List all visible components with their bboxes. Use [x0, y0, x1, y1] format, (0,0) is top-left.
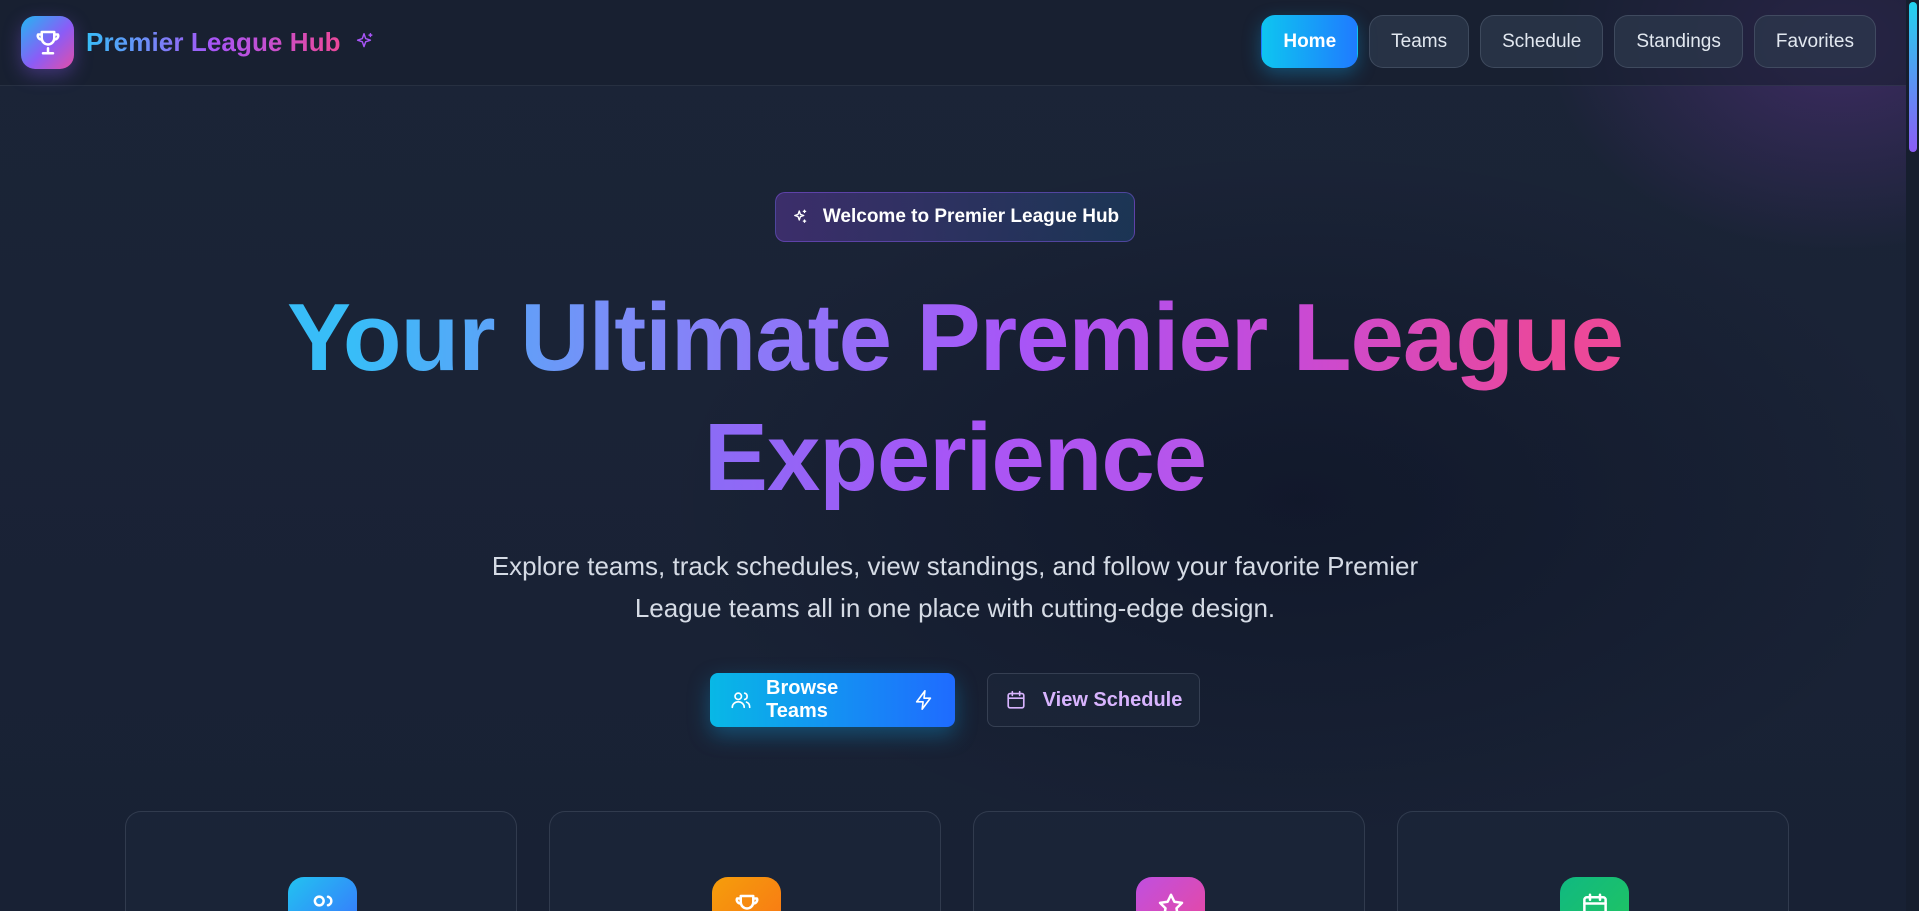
scrollbar-thumb[interactable] [1909, 2, 1917, 152]
brand-name: Premier League Hub [86, 26, 341, 57]
hero-subtitle: Explore teams, track schedules, view sta… [420, 545, 1490, 629]
hero-actions: Browse Teams View Schedule [710, 673, 1200, 727]
sparkles-icon [353, 31, 375, 53]
nav-home[interactable]: Home [1261, 15, 1359, 68]
lightning-icon [913, 689, 935, 711]
welcome-badge-label: Welcome to Premier League Hub [822, 206, 1120, 227]
hero-subtitle-line1: Explore teams, track schedules, view sta… [491, 551, 1419, 581]
trophy-icon [21, 15, 74, 69]
browse-teams-button[interactable]: Browse Teams [710, 673, 955, 727]
calendar-icon [1560, 877, 1629, 911]
nav-teams[interactable]: Teams [1369, 15, 1470, 68]
feature-card-favorites[interactable] [973, 811, 1365, 911]
feature-card-standings[interactable] [549, 811, 941, 911]
hero-title: Your Ultimate Premier League Experience [160, 278, 1750, 518]
feature-card-teams[interactable] [125, 811, 517, 911]
page-scrollbar[interactable] [1906, 0, 1919, 911]
welcome-badge: Welcome to Premier League Hub [775, 192, 1135, 242]
main-nav: Home Teams Schedule Standings Favorites [1261, 15, 1876, 68]
users-icon [730, 689, 752, 711]
top-navbar: Premier League Hub Home Teams Schedule S… [0, 0, 1906, 86]
hero-title-line1: Your Ultimate Premier League [287, 284, 1624, 391]
browse-teams-label: Browse Teams [766, 677, 839, 722]
feature-cards [125, 811, 1789, 911]
hero-title-line2: Experience [703, 404, 1207, 511]
nav-favorites[interactable]: Favorites [1753, 15, 1876, 68]
trophy-icon [712, 877, 781, 911]
hero-subtitle-line2: League teams all in one place with cutti… [634, 593, 1276, 623]
sparkles-icon [791, 208, 809, 226]
star-icon [1136, 877, 1205, 911]
users-icon [288, 877, 357, 911]
nav-schedule[interactable]: Schedule [1480, 15, 1604, 68]
brand[interactable]: Premier League Hub [21, 15, 375, 69]
calendar-icon [1005, 689, 1027, 711]
view-schedule-label: View Schedule [1042, 688, 1183, 711]
view-schedule-button[interactable]: View Schedule [987, 673, 1200, 727]
feature-card-schedule[interactable] [1397, 811, 1789, 911]
nav-standings[interactable]: Standings [1614, 15, 1743, 68]
